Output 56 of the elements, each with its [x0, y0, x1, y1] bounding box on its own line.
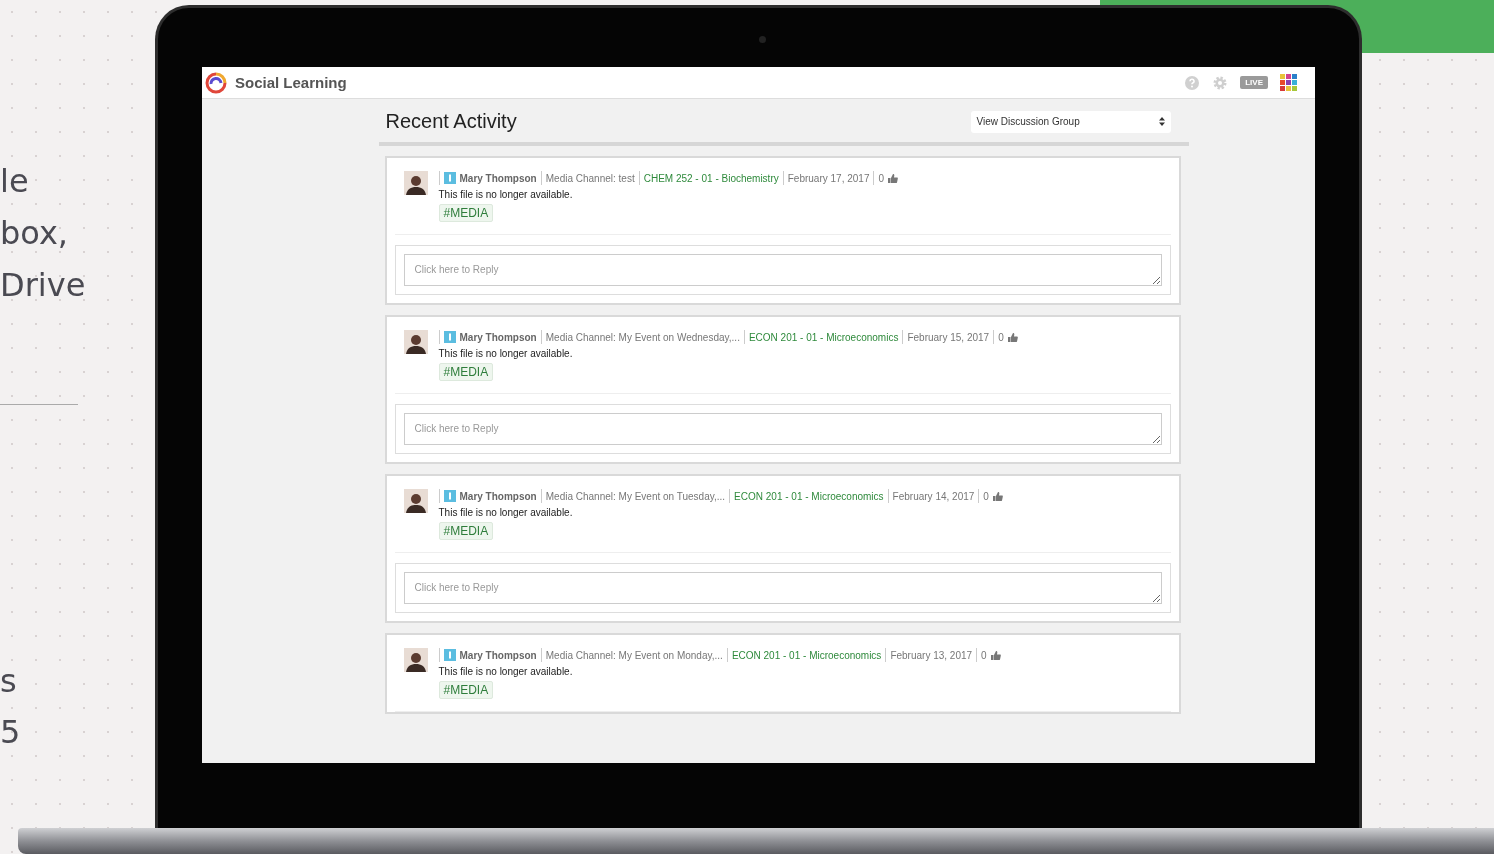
avatar-silhouette [403, 171, 428, 195]
thumbs-up-icon[interactable] [888, 173, 898, 183]
avatar-silhouette [403, 648, 428, 672]
like-count: 0 [998, 331, 1004, 343]
select-arrows-icon [1158, 117, 1165, 126]
post-message: This file is no longer available. [438, 189, 573, 200]
channel-name: Media Channel: My Event on Tuesday,... [545, 490, 726, 502]
course-link[interactable]: ECON 201 - 01 - Microeconomics [748, 331, 899, 343]
thumbs-up-icon[interactable] [992, 491, 1003, 501]
avatar-silhouette [403, 330, 428, 354]
course-link[interactable]: CHEM 252 - 01 - Biochemistry [643, 172, 779, 184]
camera-icon [758, 36, 766, 43]
reply-field[interactable]: Click here to Reply [403, 572, 1162, 604]
discussion-group-select[interactable]: View Discussion Group [970, 110, 1171, 133]
author-name[interactable]: Mary Thompson [459, 490, 537, 502]
reply-field[interactable]: Click here to Reply [403, 254, 1162, 286]
info-icon [443, 331, 456, 343]
like-count: 0 [878, 172, 884, 184]
backdrop-text: Drive [0, 269, 86, 301]
backdrop-text: box, [0, 217, 68, 249]
course-link[interactable]: ECON 201 - 01 - Microeconomics [731, 649, 882, 661]
post-message: This file is no longer available. [438, 666, 573, 677]
backdrop-text: le [0, 165, 29, 197]
author-name[interactable]: Mary Thompson [459, 331, 537, 343]
avatar-silhouette [403, 489, 428, 513]
post-message: This file is no longer available. [438, 507, 573, 518]
post-date: February 13, 2017 [890, 649, 973, 661]
apps-grid-icon[interactable] [1280, 74, 1297, 91]
channel-name: Media Channel: My Event on Wednesday,... [545, 331, 740, 343]
author-name[interactable]: Mary Thompson [459, 649, 537, 661]
channel-name: Media Channel: My Event on Monday,... [545, 649, 723, 661]
hashtag-tag[interactable]: #MEDIA [438, 681, 494, 699]
app-title: Social Learning [235, 74, 347, 91]
reply-field[interactable]: Click here to Reply [403, 413, 1162, 445]
post-date: February 15, 2017 [907, 331, 990, 343]
page-title: Recent Activity [385, 110, 517, 133]
like-count: 0 [983, 490, 989, 502]
backdrop-text: s [0, 665, 17, 697]
info-icon [443, 649, 456, 661]
backdrop-text: 5 [0, 716, 21, 748]
hashtag-tag[interactable]: #MEDIA [438, 363, 494, 381]
thumbs-up-icon[interactable] [990, 650, 1001, 660]
channel-name: Media Channel: test [545, 172, 635, 184]
live-badge[interactable]: LIVE [1240, 76, 1268, 89]
info-icon [443, 490, 456, 502]
post-date: February 17, 2017 [787, 172, 870, 184]
like-count: 0 [981, 649, 987, 661]
info-icon [443, 172, 456, 184]
logo-icon [204, 71, 228, 94]
author-name[interactable]: Mary Thompson [459, 172, 537, 184]
post-date: February 14, 2017 [892, 490, 975, 502]
hashtag-tag[interactable]: #MEDIA [438, 204, 494, 222]
hashtag-tag[interactable]: #MEDIA [438, 522, 494, 540]
course-link[interactable]: ECON 201 - 01 - Microeconomics [734, 490, 884, 502]
thumbs-up-icon[interactable] [1007, 332, 1018, 342]
post-message: This file is no longer available. [438, 348, 573, 359]
